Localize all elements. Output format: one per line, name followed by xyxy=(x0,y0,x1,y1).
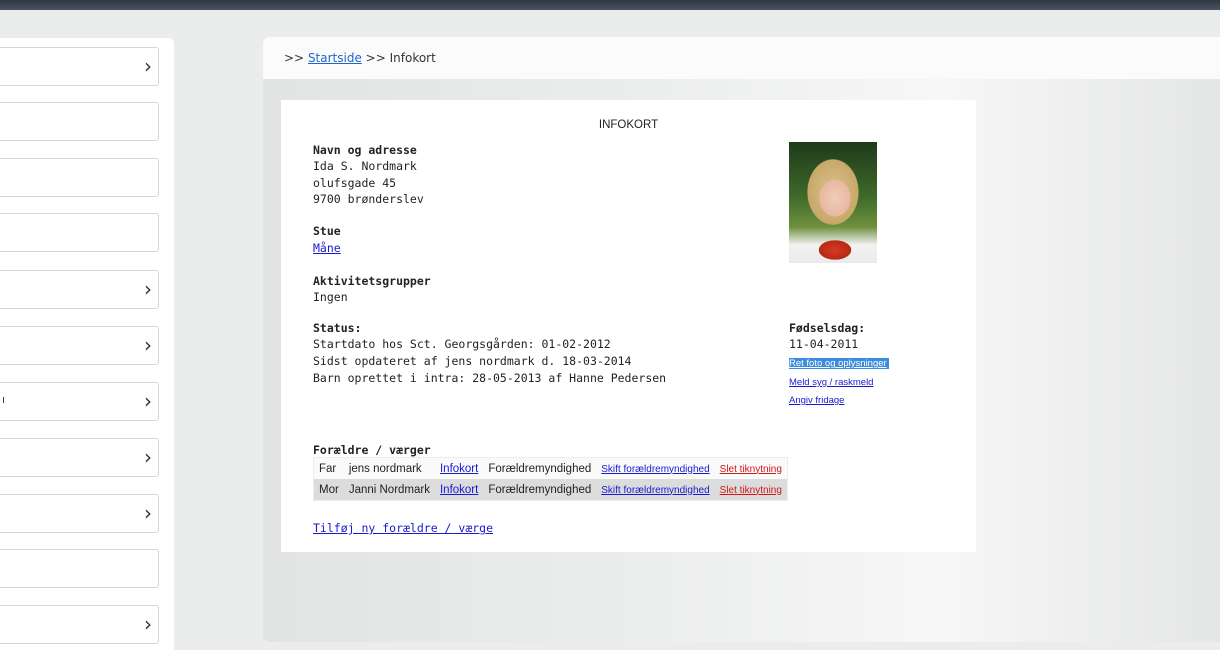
sidebar-item-2[interactable] xyxy=(0,102,159,141)
parents-table: Far jens nordmark Infokort Forældremyndi… xyxy=(313,457,788,501)
breadcrumb-home-link[interactable]: Startside xyxy=(308,51,362,65)
delete-relation-link[interactable]: Slet tiknytning xyxy=(720,485,782,496)
sidebar-item-7[interactable]: ı › xyxy=(0,382,159,421)
parent-name: Janni Nordmark xyxy=(348,483,430,496)
sidebar-item-label: ı xyxy=(2,394,6,406)
chevron-right-icon: › xyxy=(144,277,152,301)
breadcrumb-current: Infokort xyxy=(389,51,436,65)
status-created: Barn oprettet i intra: 28-05-2013 af Han… xyxy=(313,371,667,385)
sidebar-item-10[interactable] xyxy=(0,549,159,588)
chevron-right-icon: › xyxy=(144,389,152,413)
sidebar-item-3[interactable] xyxy=(0,158,159,197)
top-bar xyxy=(0,0,1220,10)
breadcrumb-separator: >> xyxy=(365,51,386,65)
main-panel: >> Startside >> Infokort INFOKORT Navn o… xyxy=(263,37,1220,642)
card-title: INFOKORT xyxy=(598,119,659,131)
parent-infokort-link[interactable]: Infokort xyxy=(440,463,478,475)
city-address: 9700 brønderslev xyxy=(313,192,424,206)
street-address: olufsgade 45 xyxy=(313,176,397,190)
groups-value: Ingen xyxy=(313,290,348,304)
room-link[interactable]: Måne xyxy=(313,241,341,255)
status-start-date: Startdato hos Sct. Georgsgården: 01-02-2… xyxy=(313,337,611,351)
breadcrumb: >> Startside >> Infokort xyxy=(284,51,436,65)
room-heading: Stue xyxy=(313,224,341,238)
status-last-updated: Sidst opdateret af jens nordmark d. 18-0… xyxy=(313,354,632,368)
table-row: Far jens nordmark Infokort Forældremyndi… xyxy=(313,457,788,479)
breadcrumb-separator: >> xyxy=(284,51,305,65)
parent-role: Far xyxy=(319,462,337,475)
info-card: INFOKORT Navn og adresse Ida S. Nordmark… xyxy=(281,100,976,552)
chevron-right-icon: › xyxy=(144,501,152,525)
name-heading: Navn og adresse xyxy=(313,143,417,157)
table-row: Mor Janni Nordmark Infokort Forældremynd… xyxy=(313,479,788,501)
sidebar: › › › ı › › › › xyxy=(0,38,174,650)
parents-heading: Forældre / værger xyxy=(313,443,431,457)
delete-relation-link[interactable]: Slet tiknytning xyxy=(720,464,782,475)
parent-custody: Forældremyndighed xyxy=(488,483,592,496)
child-photo xyxy=(789,142,877,263)
sidebar-item-1[interactable]: › xyxy=(0,47,159,86)
status-heading: Status: xyxy=(313,321,362,335)
change-custody-link[interactable]: Skift forældremyndighed xyxy=(601,464,709,475)
chevron-right-icon: › xyxy=(144,333,152,357)
sidebar-item-11[interactable]: › xyxy=(0,605,159,644)
add-parent-link[interactable]: Tilføj ny forældre / værge xyxy=(313,521,493,535)
parent-name: jens nordmark xyxy=(348,462,422,475)
sidebar-item-6[interactable]: › xyxy=(0,326,159,365)
edit-photo-link[interactable]: Ret foto og oplysninger xyxy=(789,358,889,369)
chevron-right-icon: › xyxy=(144,445,152,469)
change-custody-link[interactable]: Skift forældremyndighed xyxy=(601,485,709,496)
sidebar-item-4[interactable] xyxy=(0,213,159,252)
sidebar-item-5[interactable]: › xyxy=(0,270,159,309)
breadcrumb-bar: >> Startside >> Infokort xyxy=(263,37,1220,79)
parent-role: Mor xyxy=(319,483,339,496)
sidebar-item-8[interactable]: › xyxy=(0,438,159,477)
chevron-right-icon: › xyxy=(144,612,152,636)
groups-heading: Aktivitetsgrupper xyxy=(313,274,431,288)
set-days-off-link[interactable]: Angiv fridage xyxy=(789,395,844,406)
birthday-heading: Fødselsdag: xyxy=(789,321,866,335)
parent-infokort-link[interactable]: Infokort xyxy=(440,484,478,496)
chevron-right-icon: › xyxy=(144,54,152,78)
child-name: Ida S. Nordmark xyxy=(313,159,417,173)
report-sick-link[interactable]: Meld syg / raskmeld xyxy=(789,377,873,388)
sidebar-item-9[interactable]: › xyxy=(0,494,159,533)
birthday-value: 11-04-2011 xyxy=(789,337,859,351)
parent-custody: Forældremyndighed xyxy=(488,462,592,475)
